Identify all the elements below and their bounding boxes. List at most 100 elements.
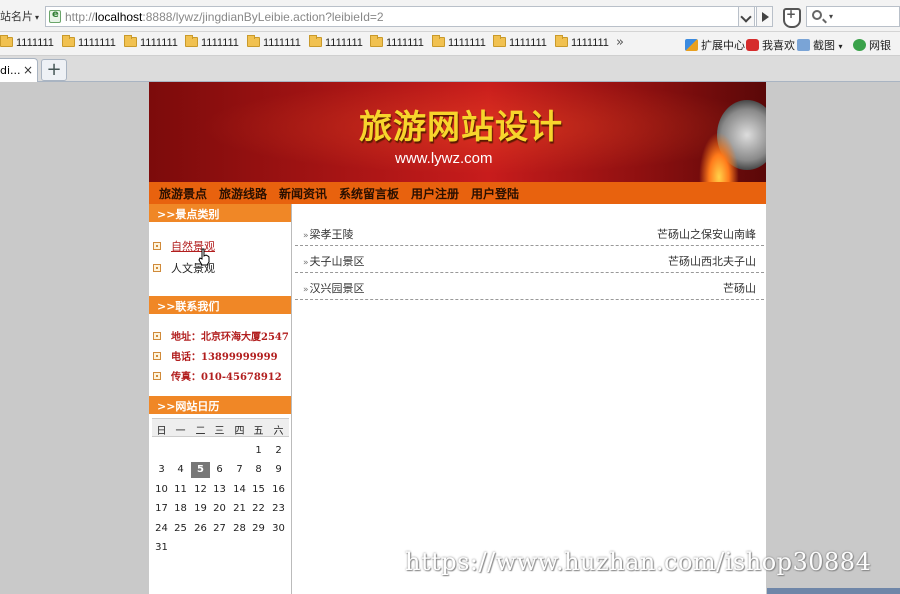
tab-current[interactable]: di... × bbox=[0, 58, 38, 82]
calendar-weekday: 二 bbox=[195, 426, 206, 437]
favorite-item[interactable]: 1111111 bbox=[309, 35, 363, 49]
favorite-item[interactable]: 1111111 bbox=[62, 35, 116, 49]
calendar-day[interactable]: 28 bbox=[230, 523, 249, 534]
list-item[interactable]: »汉兴园景区 芒砀山 bbox=[295, 273, 764, 300]
bullet-icon bbox=[153, 372, 161, 380]
calendar-day[interactable]: 21 bbox=[230, 503, 249, 514]
address-bar: 站名片▾ http://localhost:8888/lywz/jingdian… bbox=[0, 0, 900, 32]
calendar-day[interactable]: 5 bbox=[191, 462, 210, 479]
spot-location: 芒砀山 bbox=[723, 282, 756, 295]
search-icon bbox=[812, 10, 822, 20]
screenshot-button[interactable]: 截图 ▾ bbox=[797, 37, 843, 53]
raquo-icon: » bbox=[303, 231, 309, 241]
new-tab-button[interactable]: + bbox=[41, 59, 67, 81]
calendar-day[interactable]: 12 bbox=[191, 484, 210, 495]
bullet-icon bbox=[153, 264, 161, 272]
spot-name[interactable]: 汉兴园景区 bbox=[310, 282, 365, 295]
calendar-day[interactable]: 9 bbox=[269, 464, 288, 475]
calendar-day[interactable]: 27 bbox=[210, 523, 229, 534]
folder-icon bbox=[370, 35, 383, 47]
calendar-day[interactable]: 4 bbox=[171, 464, 190, 475]
favorites-more-button[interactable]: » bbox=[616, 35, 624, 50]
nav-item-login[interactable]: 用户登陆 bbox=[471, 185, 519, 202]
banner-decoration bbox=[699, 96, 766, 182]
calendar-day[interactable]: 31 bbox=[152, 542, 171, 553]
calendar-day[interactable]: 1 bbox=[249, 445, 268, 456]
nav-item-news[interactable]: 新闻资讯 bbox=[279, 185, 327, 202]
extensions-button[interactable]: 扩展中心 bbox=[685, 37, 745, 53]
favorite-item[interactable]: 1111111 bbox=[493, 35, 547, 49]
favorite-item[interactable]: 1111111 bbox=[0, 35, 54, 49]
calendar-day[interactable]: 8 bbox=[249, 464, 268, 475]
spot-name[interactable]: 梁孝王陵 bbox=[310, 228, 354, 241]
taskbar-fragment bbox=[767, 588, 900, 594]
calendar-day[interactable]: 18 bbox=[171, 503, 190, 514]
search-input[interactable]: ▾ bbox=[806, 6, 900, 27]
calendar-day[interactable]: 26 bbox=[191, 523, 210, 534]
calendar-day[interactable]: 23 bbox=[269, 503, 288, 514]
calendar-day[interactable]: 22 bbox=[249, 503, 268, 514]
site-name-menu[interactable]: 站名片 ▾ bbox=[0, 8, 39, 24]
calendar-day[interactable]: 15 bbox=[249, 484, 268, 495]
favorite-item[interactable]: 1111111 bbox=[185, 35, 239, 49]
favorite-item[interactable]: 1111111 bbox=[432, 35, 486, 49]
folder-icon bbox=[247, 35, 260, 47]
flame-image bbox=[699, 132, 739, 182]
contact-fax: 传真：010-45678912 bbox=[153, 368, 282, 383]
list-item[interactable]: »夫子山景区 芒砀山西北夫子山 bbox=[295, 246, 764, 273]
favorite-item[interactable]: 1111111 bbox=[124, 35, 178, 49]
nav-item-spots[interactable]: 旅游景点 bbox=[159, 185, 207, 202]
calendar-day[interactable]: 29 bbox=[249, 523, 268, 534]
spot-list: »梁孝王陵 芒砀山之保安山南峰 »夫子山景区 芒砀山西北夫子山 »汉兴园景区 芒… bbox=[295, 204, 766, 594]
calendar-weekday: 三 bbox=[214, 426, 225, 437]
site-container: 旅游网站设计 www.lywz.com 旅游景点 旅游线路 新闻资讯 系统留言板… bbox=[149, 82, 766, 594]
calendar-day[interactable]: 30 bbox=[269, 523, 288, 534]
folder-icon bbox=[555, 35, 568, 47]
calendar-day[interactable]: 19 bbox=[191, 503, 210, 514]
calendar-day[interactable]: 11 bbox=[171, 484, 190, 495]
calendar-day[interactable]: 6 bbox=[210, 464, 229, 475]
calendar-day[interactable]: 25 bbox=[171, 523, 190, 534]
url-input[interactable]: http://localhost:8888/lywz/jingdianByLei… bbox=[45, 6, 772, 27]
url-path: :8888/lywz/jingdianByLeibie.action?leibi… bbox=[142, 10, 384, 24]
calendar-day[interactable]: 13 bbox=[210, 484, 229, 495]
calendar-day[interactable]: 10 bbox=[152, 484, 171, 495]
favorite-item[interactable]: 1111111 bbox=[555, 35, 609, 49]
folder-icon bbox=[432, 35, 445, 47]
nav-item-routes[interactable]: 旅游线路 bbox=[219, 185, 267, 202]
calendar-day[interactable]: 16 bbox=[269, 484, 288, 495]
page-viewport: 旅游网站设计 www.lywz.com 旅游景点 旅游线路 新闻资讯 系统留言板… bbox=[0, 82, 900, 594]
calendar-week-row: 31 bbox=[152, 539, 289, 558]
list-item[interactable]: »梁孝王陵 芒砀山之保安山南峰 bbox=[295, 219, 764, 246]
chevron-down-icon: ▾ bbox=[829, 12, 834, 21]
calendar-weekday-row: 日 一 二 三 四 五 六 bbox=[152, 418, 289, 437]
folder-icon bbox=[185, 35, 198, 47]
favorite-button[interactable]: 我喜欢 bbox=[746, 37, 795, 53]
nav-item-guestbook[interactable]: 系统留言板 bbox=[339, 185, 399, 202]
favorite-item[interactable]: 1111111 bbox=[370, 35, 424, 49]
calendar-day[interactable]: 2 bbox=[269, 445, 288, 456]
shield-icon[interactable] bbox=[778, 6, 802, 28]
folder-icon bbox=[0, 35, 13, 47]
nav-item-register[interactable]: 用户注册 bbox=[411, 185, 459, 202]
calendar-day[interactable]: 3 bbox=[152, 464, 171, 475]
url-dropdown-button[interactable] bbox=[738, 6, 755, 27]
calendar-day[interactable]: 24 bbox=[152, 523, 171, 534]
calendar-day[interactable]: 7 bbox=[230, 464, 249, 475]
sidebar: >>景点类别 自然景观 人文景观 >>联系我们 地址：北京环海大厦2547 电话… bbox=[149, 204, 292, 594]
favorite-item[interactable]: 1111111 bbox=[247, 35, 301, 49]
calendar-day[interactable]: 14 bbox=[230, 484, 249, 495]
raquo-icon: » bbox=[303, 285, 309, 295]
go-button[interactable] bbox=[756, 6, 773, 27]
contact-address: 地址：北京环海大厦2547 bbox=[153, 328, 289, 343]
bullet-icon bbox=[153, 352, 161, 360]
close-icon[interactable]: × bbox=[23, 63, 33, 77]
calendar-day[interactable]: 20 bbox=[210, 503, 229, 514]
calendar-day[interactable]: 17 bbox=[152, 503, 171, 514]
netbank-icon bbox=[853, 39, 866, 51]
url-prefix: http:// bbox=[65, 10, 96, 24]
netbank-button[interactable]: 网银 bbox=[853, 37, 891, 53]
spot-name[interactable]: 夫子山景区 bbox=[310, 255, 365, 268]
calendar-week-row: 10 11 12 13 14 15 16 bbox=[152, 481, 289, 500]
extensions-icon bbox=[685, 39, 698, 51]
